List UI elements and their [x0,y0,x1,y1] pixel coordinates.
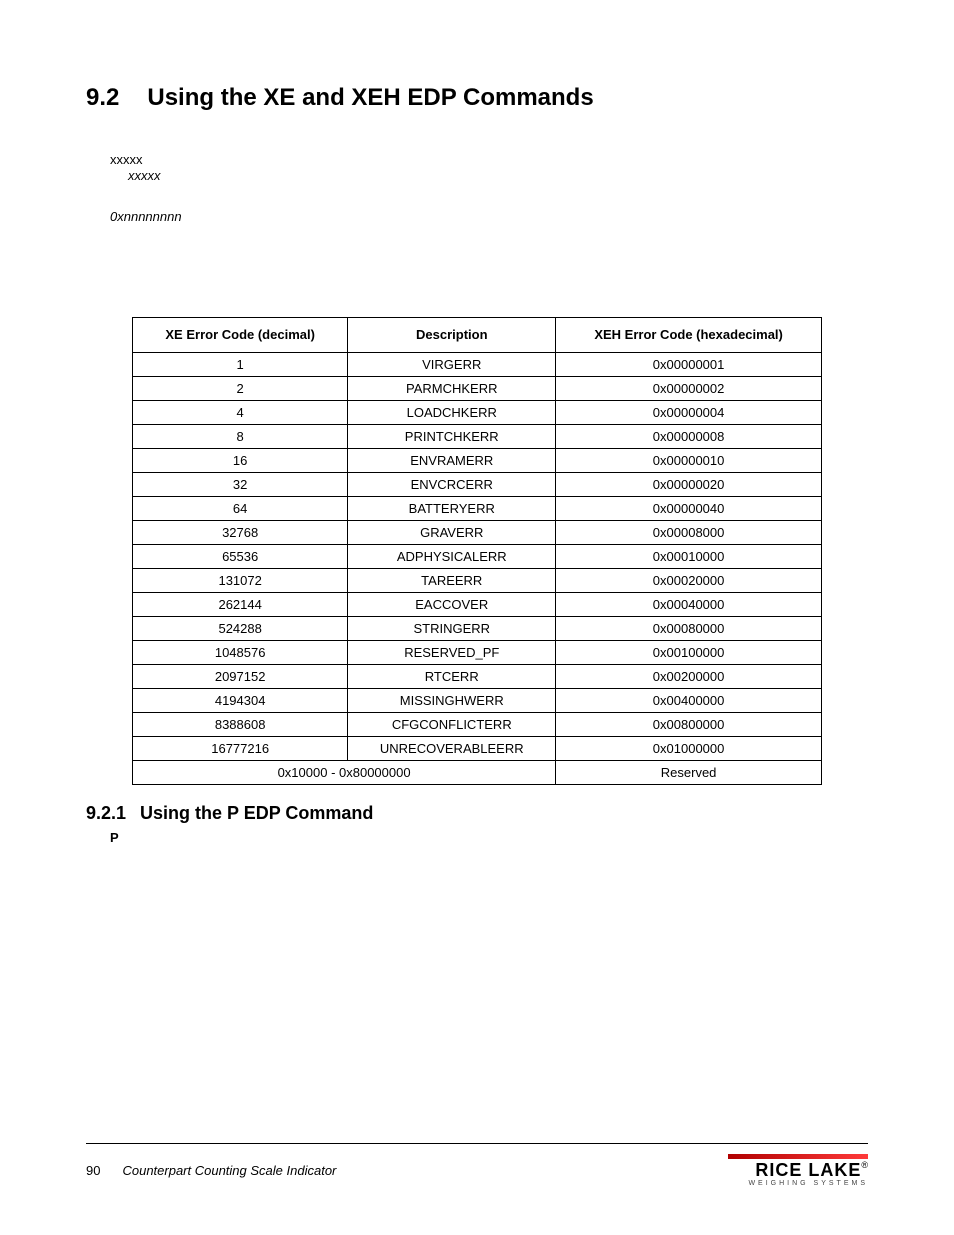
table-cell: 1048576 [133,640,348,664]
table-cell: 0x00000001 [556,352,822,376]
table-cell: 16777216 [133,736,348,760]
table-cell: ADPHYSICALERR [348,544,556,568]
logo-accent-bar [728,1154,868,1159]
table-cell: 32768 [133,520,348,544]
table-row: 131072TAREERR0x00020000 [133,568,822,592]
table-cell: 4 [133,400,348,424]
section-heading: 9.2 Using the XE and XEH EDP Commands [86,84,868,112]
table-row: 4194304MISSINGHWERR0x00400000 [133,688,822,712]
table-cell: 0x00020000 [556,568,822,592]
table-row: 1VIRGERR0x00000001 [133,352,822,376]
table-cell: TAREERR [348,568,556,592]
col-header-xeh: XEH Error Code (hexadecimal) [556,317,822,352]
table-cell: 64 [133,496,348,520]
table-row: 32ENVCRCERR0x00000020 [133,472,822,496]
col-header-desc: Description [348,317,556,352]
table-row: 65536ADPHYSICALERR0x00010000 [133,544,822,568]
table-cell: 0x00100000 [556,640,822,664]
table-row: 16777216UNRECOVERABLEERR0x01000000 [133,736,822,760]
table-cell: 8388608 [133,712,348,736]
table-cell: VIRGERR [348,352,556,376]
section-number: 9.2 [86,84,119,112]
registered-mark: ® [861,1160,868,1170]
table-cell: MISSINGHWERR [348,688,556,712]
table-row: 524288STRINGERR0x00080000 [133,616,822,640]
table-cell: 0x00000010 [556,448,822,472]
table-row: 8PRINTCHKERR0x00000008 [133,424,822,448]
table-cell: 8 [133,424,348,448]
xe-placeholder-1: xxxxx [110,152,868,168]
table-cell: EACCOVER [348,592,556,616]
table-cell: 2097152 [133,664,348,688]
rice-lake-logo: RICE LAKE® WEIGHING SYSTEMS [728,1154,868,1187]
table-cell: 0x00400000 [556,688,822,712]
table-cell: ENVRAMERR [348,448,556,472]
body-text-block: xxxxx xxxxx 0xnnnnnnnn [110,152,868,225]
col-header-xe: XE Error Code (decimal) [133,317,348,352]
p-command-label: P [110,830,868,845]
page-number: 90 [86,1163,100,1178]
table-row: 32768GRAVERR0x00008000 [133,520,822,544]
subsection-title-text: Using the P EDP Command [140,803,373,823]
table-cell: 4194304 [133,688,348,712]
table-cell: 0x00008000 [556,520,822,544]
footer-doc-title: Counterpart Counting Scale Indicator [122,1163,336,1178]
table-row-reserved: 0x10000 - 0x80000000Reserved [133,760,822,784]
xeh-hex-placeholder: 0xnnnnnnnn [110,209,868,225]
error-codes-table: XE Error Code (decimal) Description XEH … [132,317,822,785]
table-cell: 1 [133,352,348,376]
table-cell: CFGCONFLICTERR [348,712,556,736]
table-cell: 524288 [133,616,348,640]
table-cell: UNRECOVERABLEERR [348,736,556,760]
table-cell: Reserved [556,760,822,784]
table-cell: 65536 [133,544,348,568]
table-cell: 0x00000008 [556,424,822,448]
table-cell: 0x10000 - 0x80000000 [133,760,556,784]
table-cell: PARMCHKERR [348,376,556,400]
table-cell: 131072 [133,568,348,592]
table-cell: STRINGERR [348,616,556,640]
logo-sub-text: WEIGHING SYSTEMS [728,1180,868,1187]
table-cell: BATTERYERR [348,496,556,520]
table-cell: RTCERR [348,664,556,688]
table-cell: 0x00000040 [556,496,822,520]
section-title-text: Using the XE and XEH EDP Commands [147,84,593,111]
table-cell: 16 [133,448,348,472]
table-cell: 0x00800000 [556,712,822,736]
subsection-heading: 9.2.1 Using the P EDP Command [86,803,868,824]
table-header-row: XE Error Code (decimal) Description XEH … [133,317,822,352]
table-row: 16ENVRAMERR0x00000010 [133,448,822,472]
table-cell: 0x00000004 [556,400,822,424]
table-cell: 0x00200000 [556,664,822,688]
table-row: 2097152RTCERR0x00200000 [133,664,822,688]
table-row: 8388608CFGCONFLICTERR0x00800000 [133,712,822,736]
subsection: 9.2.1 Using the P EDP Command P [86,803,868,845]
table-cell: LOADCHKERR [348,400,556,424]
subsection-number: 9.2.1 [86,803,126,824]
table-row: 64BATTERYERR0x00000040 [133,496,822,520]
footer-rule [86,1143,868,1144]
page-footer: 90 Counterpart Counting Scale Indicator … [86,1143,868,1187]
table-cell: 0x00010000 [556,544,822,568]
table-cell: 2 [133,376,348,400]
table-row: 262144EACCOVER0x00040000 [133,592,822,616]
table-cell: PRINTCHKERR [348,424,556,448]
table-row: 2PARMCHKERR0x00000002 [133,376,822,400]
table-cell: GRAVERR [348,520,556,544]
table-cell: 0x00000002 [556,376,822,400]
table-row: 4LOADCHKERR0x00000004 [133,400,822,424]
xe-placeholder-2: xxxxx [128,168,868,184]
table-cell: RESERVED_PF [348,640,556,664]
table-cell: 0x00000020 [556,472,822,496]
table-cell: ENVCRCERR [348,472,556,496]
logo-main-text: RICE LAKE [755,1160,861,1180]
table-cell: 0x00040000 [556,592,822,616]
table-cell: 262144 [133,592,348,616]
table-row: 1048576RESERVED_PF0x00100000 [133,640,822,664]
table-cell: 0x01000000 [556,736,822,760]
table-cell: 32 [133,472,348,496]
table-cell: 0x00080000 [556,616,822,640]
